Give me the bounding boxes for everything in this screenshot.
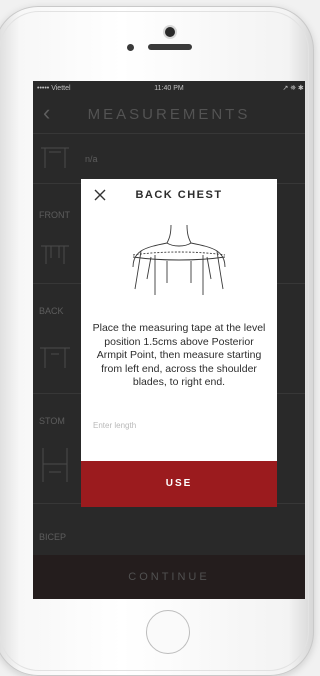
use-button[interactable]: USE [81,461,277,507]
back-chest-diagram [132,224,226,295]
camera-icon [165,27,175,37]
earpiece-speaker [148,44,192,50]
modal-title: BACK CHEST [135,189,223,201]
measurement-modal: BACK CHEST Place the measuring tape at t… [81,179,277,507]
measurement-instructions: Place the measuring tape at the level po… [92,322,266,388]
front-camera-icon [127,44,134,51]
length-input[interactable] [93,416,265,434]
home-button[interactable] [146,610,190,654]
